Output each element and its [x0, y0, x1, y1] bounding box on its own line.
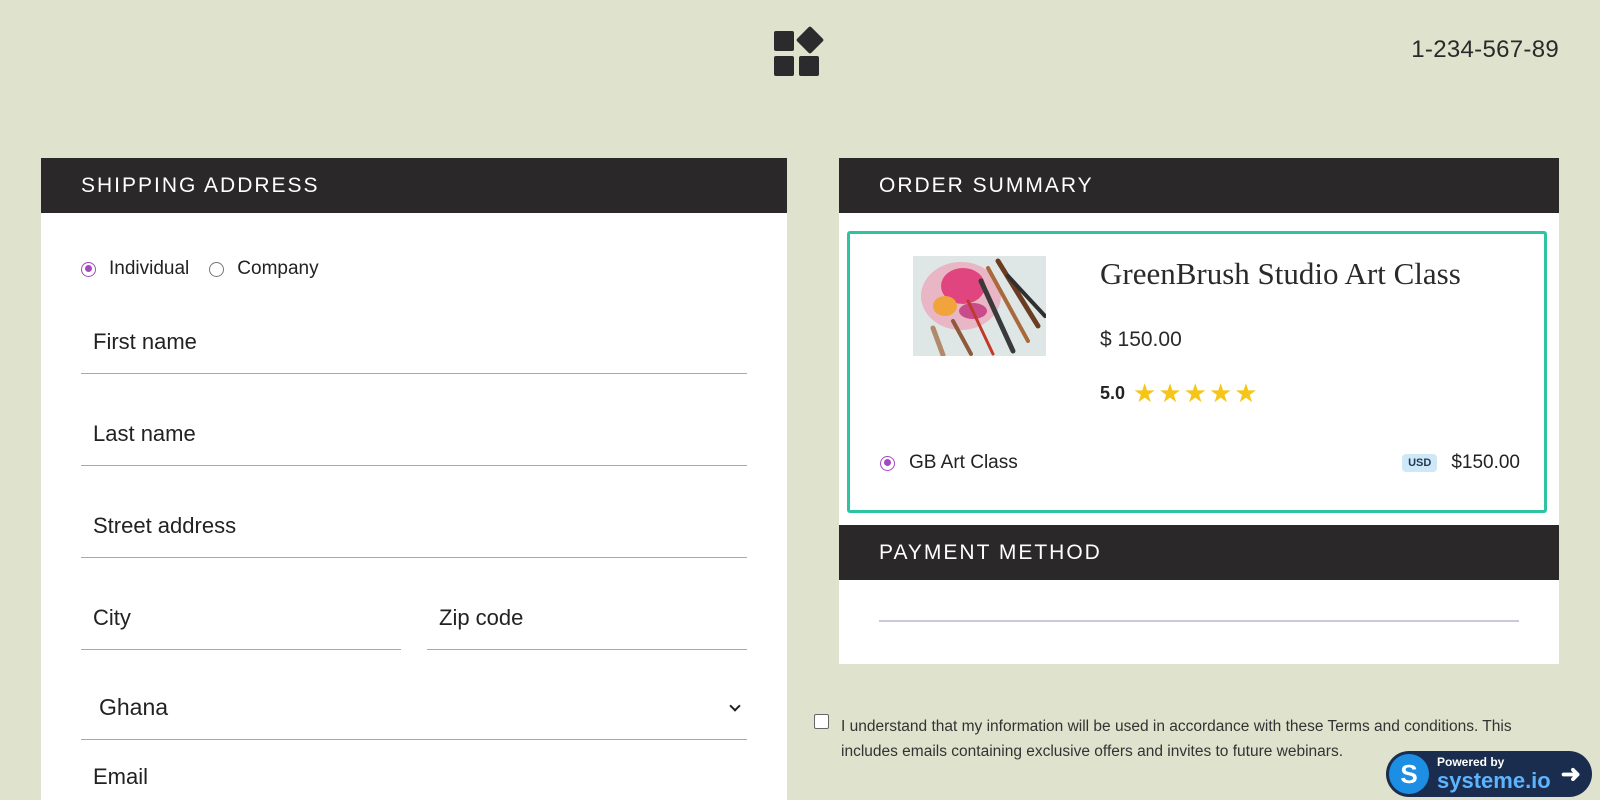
product-rating: 5.0 ★ ★ ★ ★ ★	[1100, 380, 1260, 406]
site-logo-icon[interactable]	[774, 25, 825, 78]
product-image	[913, 256, 1046, 356]
payment-divider	[879, 620, 1519, 622]
plan-radio[interactable]	[880, 455, 895, 471]
currency-badge: USD	[1402, 454, 1438, 472]
payment-method-title: PAYMENT METHOD	[839, 525, 1559, 580]
brand-name: systeme.io	[1437, 768, 1551, 793]
plan-price-group: USD $150.00	[1402, 452, 1520, 474]
product-title: GreenBrush Studio Art Class	[1100, 256, 1461, 291]
city-placeholder: City	[93, 604, 131, 630]
individual-radio[interactable]	[81, 261, 96, 277]
country-select[interactable]: Ghana	[81, 676, 747, 740]
first-name-field[interactable]: First name	[81, 310, 747, 374]
chevron-down-icon	[729, 700, 741, 712]
rating-value: 5.0	[1100, 382, 1126, 403]
street-address-placeholder: Street address	[93, 512, 237, 538]
individual-label[interactable]: Individual	[109, 258, 189, 280]
company-radio[interactable]	[209, 261, 225, 277]
arrow-right-icon: ➜	[1560, 760, 1581, 788]
star-icon: ★	[1234, 378, 1258, 408]
phone-number[interactable]: 1-234-567-89	[1411, 36, 1559, 64]
plan-option[interactable]: GB Art Class USD $150.00	[880, 452, 1520, 474]
plan-price: $150.00	[1451, 452, 1520, 473]
terms-checkbox[interactable]	[814, 714, 829, 729]
order-summary-title: ORDER SUMMARY	[839, 158, 1559, 213]
star-icon: ★	[1158, 378, 1182, 408]
systeme-logo-icon: S	[1389, 754, 1429, 794]
star-icon: ★	[1208, 378, 1233, 408]
street-address-field[interactable]: Street address	[81, 494, 747, 558]
last-name-placeholder: Last name	[93, 420, 196, 446]
product-card: GreenBrush Studio Art Class $ 150.00 5.0…	[847, 231, 1547, 513]
product-price: $ 150.00	[1100, 328, 1182, 351]
powered-by-label: Powered by	[1437, 755, 1505, 769]
shipping-address-title: SHIPPING ADDRESS	[41, 158, 787, 213]
city-field[interactable]: City	[81, 586, 401, 650]
email-field[interactable]: Email	[81, 762, 747, 800]
zip-code-placeholder: Zip code	[439, 604, 524, 630]
last-name-field[interactable]: Last name	[81, 402, 747, 466]
powered-by-badge[interactable]: S Powered by systeme.io ➜	[1386, 751, 1592, 797]
star-icon: ★	[1183, 378, 1207, 408]
order-summary-panel: ORDER SUMMARY GreenBrush Studio Art Clas…	[839, 158, 1559, 664]
country-value: Ghana	[99, 694, 169, 720]
plan-name: GB Art Class	[909, 452, 1018, 473]
email-placeholder: Email	[93, 764, 149, 789]
shipping-address-panel: SHIPPING ADDRESS Individual Company Firs…	[41, 158, 787, 800]
company-label[interactable]: Company	[237, 258, 318, 280]
first-name-placeholder: First name	[93, 328, 197, 354]
customer-type-group: Individual Company	[81, 258, 319, 280]
star-icon: ★	[1133, 378, 1157, 408]
zip-code-field[interactable]: Zip code	[427, 586, 747, 650]
